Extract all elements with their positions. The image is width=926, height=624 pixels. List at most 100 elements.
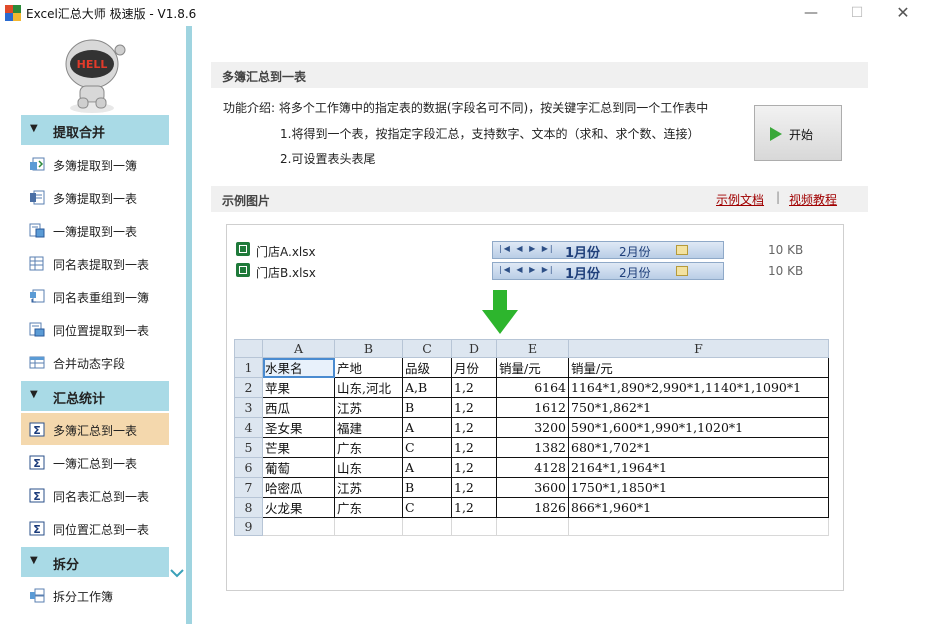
sheet-tab: 2月份 — [619, 245, 651, 259]
close-button[interactable]: ✕ — [880, 0, 926, 26]
table-row: 7 哈密瓜 江苏 B 1,2 3600 1750*1,1850*1 — [234, 477, 829, 498]
column-header: C — [402, 339, 452, 358]
feature-point-2: 2.可设置表头表尾 — [280, 152, 376, 166]
table-cell: 1612 — [496, 397, 569, 418]
table-cell: 6164 — [496, 377, 569, 398]
chevron-down-icon[interactable] — [170, 568, 184, 578]
sidebar-item-same-name-extract[interactable]: 同名表提取到一表 — [21, 247, 169, 279]
section-header-split[interactable]: ▼ 拆分 — [21, 547, 169, 577]
table-row: 6 葡萄 山东 A 1,2 4128 2164*1,1964*1 — [234, 457, 829, 478]
table-cell: 1,2 — [451, 477, 497, 498]
table-cell: 葡萄 — [262, 457, 335, 478]
row-number: 3 — [234, 397, 263, 418]
start-button[interactable]: 开始 — [754, 105, 842, 161]
table-cell: 3200 — [496, 417, 569, 438]
sidebar-item-multi-workbook-summary[interactable]: Σ 多簿汇总到一表 — [21, 413, 169, 445]
table-cell — [496, 517, 569, 536]
table-row: 5 芒果 广东 C 1,2 1382 680*1,702*1 — [234, 437, 829, 458]
section-header-extract[interactable]: ▼ 提取合并 — [21, 115, 169, 145]
table-cell: 2164*1,1964*1 — [568, 457, 829, 478]
table-cell: A,B — [402, 377, 452, 398]
table-cell: C — [402, 497, 452, 518]
table-cell: 福建 — [334, 417, 403, 438]
table-cell: 1,2 — [451, 497, 497, 518]
sidebar-item-same-name-regroup[interactable]: 同名表重组到一簿 — [21, 280, 169, 312]
table-cell: B — [402, 477, 452, 498]
table-cell: 4128 — [496, 457, 569, 478]
sheet-tab-bar: |◀ ◀ ▶ ▶| 1月份 2月份 — [492, 241, 724, 261]
column-header-row: A B C D E F — [234, 339, 829, 358]
table-cell: 产地 — [334, 357, 403, 378]
row-number: 7 — [234, 477, 263, 498]
sidebar-item-same-name-summary[interactable]: Σ 同名表汇总到一表 — [21, 479, 169, 511]
table-cell: 1826 — [496, 497, 569, 518]
select-all-corner — [234, 339, 263, 358]
extract-sheet-icon — [30, 190, 45, 205]
table-cell: 销量/元 — [568, 357, 829, 378]
table-cell: 广东 — [334, 497, 403, 518]
column-header: B — [334, 339, 403, 358]
row-number: 8 — [234, 497, 263, 518]
file-size: 10 KB — [768, 264, 804, 278]
table-cell: C — [402, 437, 452, 458]
sidebar-item-same-position-summary[interactable]: Σ 同位置汇总到一表 — [21, 512, 169, 544]
svg-text:Σ: Σ — [33, 424, 41, 437]
table-cell: A — [402, 457, 452, 478]
sidebar-item-same-position-extract[interactable]: 同位置提取到一表 — [21, 313, 169, 345]
minimize-button[interactable]: — — [788, 0, 834, 26]
sidebar-item-merge-dynamic-fields[interactable]: 合并动态字段 — [21, 346, 169, 378]
table-cell — [451, 517, 497, 536]
app-icon — [5, 5, 21, 21]
table-cell: 590*1,600*1,990*1,1020*1 — [568, 417, 829, 438]
example-doc-link[interactable]: 示例文档 — [716, 191, 764, 208]
table-cell: 1,2 — [451, 457, 497, 478]
arrow-down-icon — [482, 290, 518, 334]
file-row: 门店A.xlsx |◀ ◀ ▶ ▶| 1月份 2月份 10 KB — [236, 241, 836, 261]
example-header-band — [211, 186, 868, 212]
sidebar-item-single-workbook-summary[interactable]: Σ 一簿汇总到一表 — [21, 446, 169, 478]
sidebar-item-split-workbook[interactable]: 拆分工作簿 — [21, 579, 169, 611]
table-cell: B — [402, 397, 452, 418]
split-icon — [30, 588, 45, 603]
same-name-extract-icon — [29, 256, 44, 271]
sidebar-item-multi-workbook-to-sheet[interactable]: 多簿提取到一表 — [21, 181, 169, 213]
table-cell: 苹果 — [262, 377, 335, 398]
sum-icon: Σ — [29, 488, 45, 503]
example-spreadsheet: A B C D E F 1 水果名 产地 品级 月份 销量/元 销量/元 2 苹… — [234, 339, 829, 536]
svg-text:HELL: HELL — [77, 58, 108, 71]
table-cell: 1,2 — [451, 437, 497, 458]
mascot-logo: HELL — [65, 39, 126, 113]
table-cell: 750*1,862*1 — [568, 397, 829, 418]
video-tutorial-link[interactable]: 视频教程 — [789, 191, 837, 208]
table-row: 1 水果名 产地 品级 月份 销量/元 销量/元 — [234, 357, 829, 378]
column-header: A — [262, 339, 335, 358]
svg-text:Σ: Σ — [33, 523, 41, 536]
feature-point-1: 1.将得到一个表，按指定字段汇总，支持数字、文本的（求和、求个数、连接） — [280, 127, 700, 141]
svg-text:Σ: Σ — [33, 490, 41, 503]
table-cell: 圣女果 — [262, 417, 335, 438]
row-number: 4 — [234, 417, 263, 438]
table-cell: 哈密瓜 — [262, 477, 335, 498]
table-cell: 866*1,960*1 — [568, 497, 829, 518]
regroup-icon — [30, 289, 45, 303]
table-cell — [262, 517, 335, 536]
sidebar-item-multi-workbook-to-workbook[interactable]: 多簿提取到一簿 — [21, 148, 169, 180]
feature-title: 多簿汇总到一表 — [222, 70, 307, 84]
collapse-triangle-icon: ▼ — [30, 389, 38, 400]
new-sheet-icon — [676, 245, 688, 255]
section-header-summary[interactable]: ▼ 汇总统计 — [21, 381, 169, 411]
maximize-button[interactable]: ☐ — [834, 0, 880, 26]
sheet-nav-arrows-icon: |◀ ◀ ▶ ▶| — [499, 244, 555, 253]
sidebar-item-single-workbook-to-sheet[interactable]: 一簿提取到一表 — [21, 214, 169, 246]
table-cell: 1382 — [496, 437, 569, 458]
sum-icon: Σ — [29, 521, 45, 536]
sidebar: HELL ▼ 提取合并 多簿提取到一簿 多簿提取到一表 一簿提取到一表 同名表提… — [0, 26, 186, 624]
table-row: 4 圣女果 福建 A 1,2 3200 590*1,600*1,990*1,10… — [234, 417, 829, 438]
example-title: 示例图片 — [222, 194, 271, 208]
table-cell: 广东 — [334, 437, 403, 458]
sheet-tab: 2月份 — [619, 266, 651, 280]
link-separator: | — [776, 190, 781, 204]
table-cell: 销量/元 — [496, 357, 569, 378]
table-cell: 山东 — [334, 457, 403, 478]
table-cell — [568, 517, 829, 536]
